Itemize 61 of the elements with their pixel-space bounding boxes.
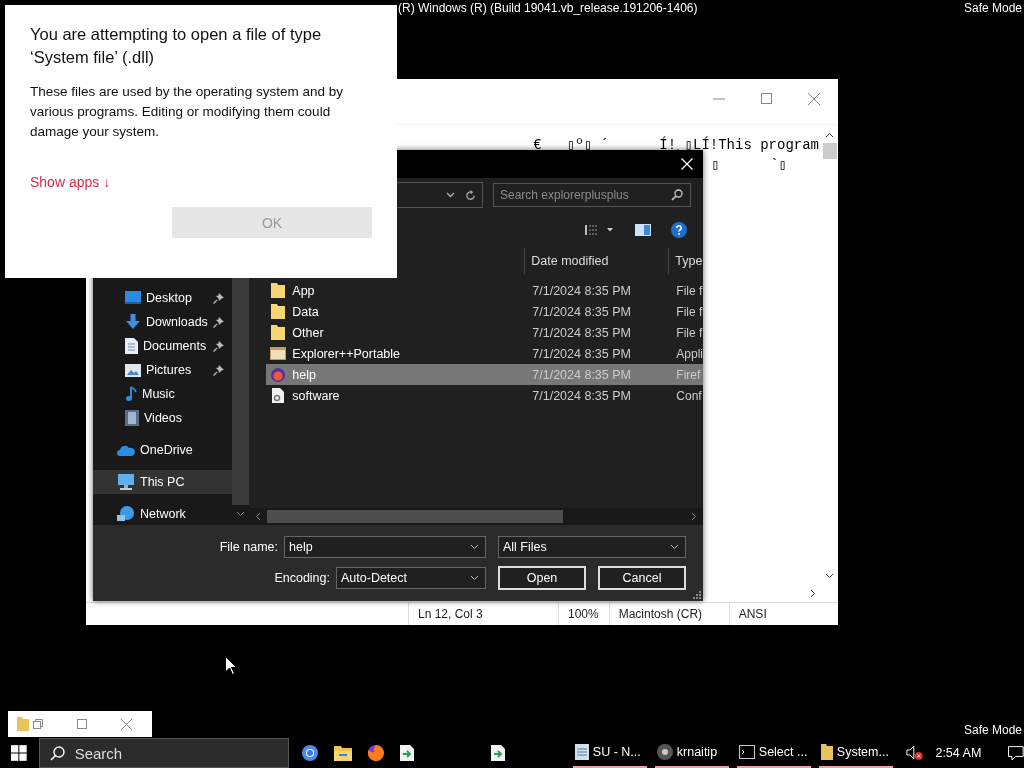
nav-item[interactable]: Downloads (93, 310, 233, 334)
taskbar-app-button[interactable]: System... (818, 738, 893, 768)
file-date: 7/1/2024 8:35 PM (532, 325, 632, 340)
nav-item[interactable]: Videos (93, 406, 233, 430)
column-header[interactable]: Type (668, 248, 703, 274)
status-text: ANSI (728, 603, 767, 625)
build-text: (R) Windows (R) (Build 19041.vb_release.191206-1406) (398, 1, 698, 15)
file-type-dropdown[interactable]: All Files (498, 535, 686, 558)
nav-item[interactable]: Network (93, 502, 233, 526)
file-name: Explorer++Portable (292, 346, 400, 361)
file-date: 7/1/2024 8:35 PM (532, 283, 632, 298)
taskbar-app-button[interactable]: krnaitip (654, 738, 729, 768)
nav-item[interactable]: Music (93, 382, 233, 406)
cancel-button[interactable]: Cancel (598, 565, 686, 590)
file-type: File f (676, 283, 703, 298)
safe-mode-label: Safe Mode (963, 1, 1022, 15)
file-name: Other (292, 325, 324, 340)
file-row[interactable]: Explorer++Portable 7/1/2024 8:35 PM Appli (266, 343, 703, 364)
dialog-title: You are attempting to open a file of type ‘System file’ (.dll) (30, 24, 323, 68)
file-row[interactable]: Other 7/1/2024 8:35 PM File f (266, 322, 703, 343)
file-name: software (292, 388, 340, 403)
status-text: Macintosh (CR) (608, 603, 729, 625)
file-date: 7/1/2024 8:35 PM (532, 388, 632, 403)
field-label: Encoding: (274, 570, 330, 585)
file-type: Firef (676, 367, 702, 382)
file-date: 7/1/2024 8:35 PM (532, 367, 632, 382)
file-row[interactable]: Data 7/1/2024 8:35 PM File f (266, 301, 703, 322)
text-line: ▯ `▯ (711, 159, 787, 171)
taskbar-app-button[interactable]: SU - N... (572, 738, 647, 768)
nav-item[interactable]: Desktop (93, 286, 233, 310)
taskbar-app-button[interactable]: Select ... (736, 738, 811, 768)
show-apps-link[interactable]: Show apps ↓ (30, 174, 111, 190)
file-row[interactable]: software 7/1/2024 8:35 PM Conf (266, 385, 703, 406)
search-field[interactable]: Search explorerplusplus (493, 183, 691, 207)
open-button[interactable]: Open (498, 565, 586, 590)
status-text: Ln 12, Col 3 (408, 603, 558, 625)
dialog-message: These files are used by the operating system and by various programs. Editing or modifying them could damage your system. (30, 83, 344, 141)
file-type: File f (676, 304, 703, 319)
nav-item[interactable]: Pictures (93, 358, 233, 382)
file-name: App (292, 283, 315, 298)
file-name-field[interactable]: help (284, 535, 486, 558)
status-text: 100% (558, 603, 609, 625)
file-date: 7/1/2024 8:35 PM (532, 346, 632, 361)
file-type: File f (676, 325, 703, 340)
taskbar-search-field[interactable]: Search (38, 738, 289, 768)
safe-mode-label: Safe Mode (963, 723, 1022, 737)
text-line: € ▯º▯ ´ Í!¸▯LÍ!This program (533, 135, 819, 155)
file-type: Appli (676, 346, 703, 361)
nav-item[interactable]: Documents (93, 334, 233, 358)
column-header[interactable]: Date modified (524, 248, 669, 274)
field-label: File name: (219, 539, 278, 554)
file-type: Conf (676, 388, 703, 403)
file-name: Data (292, 304, 319, 319)
clock[interactable]: 2:54 AM (935, 746, 982, 760)
encoding-dropdown[interactable]: Auto-Detect (336, 566, 486, 589)
file-date: 7/1/2024 8:35 PM (532, 304, 632, 319)
nav-item[interactable]: This PC (93, 470, 233, 494)
file-name: help (292, 367, 316, 382)
file-row[interactable]: help 7/1/2024 8:35 PM Firef (266, 364, 703, 385)
nav-item[interactable]: OneDrive (93, 438, 233, 462)
file-row[interactable]: App 7/1/2024 8:35 PM File f (266, 280, 703, 301)
